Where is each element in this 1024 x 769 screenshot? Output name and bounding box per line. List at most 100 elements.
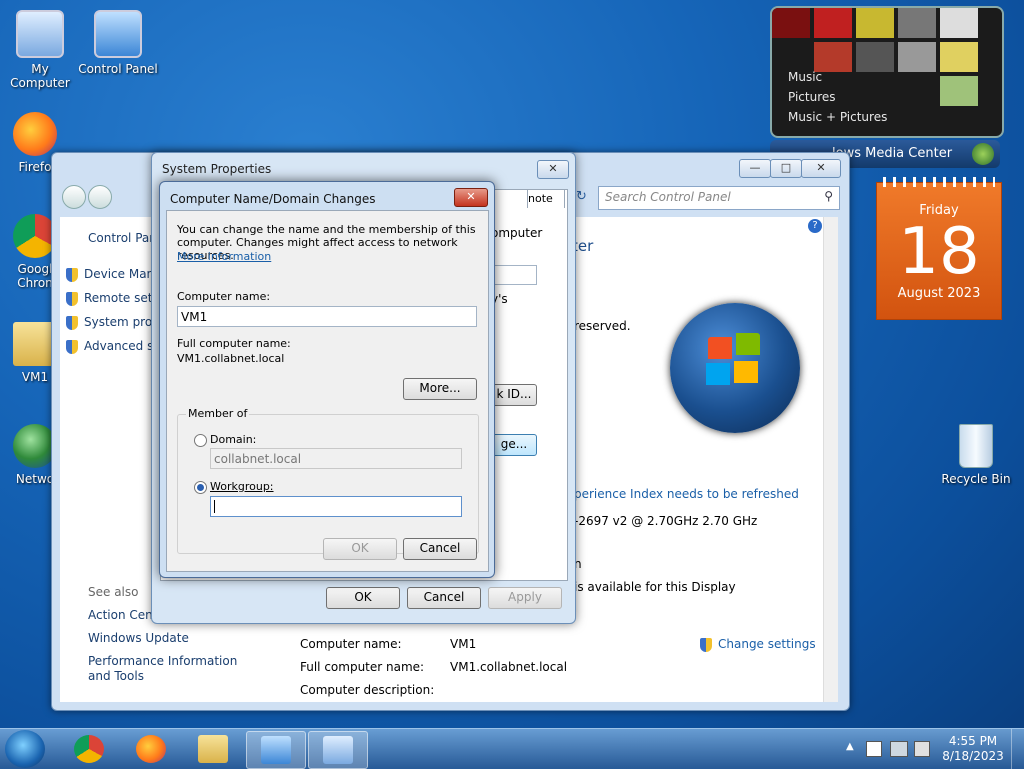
volume-muted-icon[interactable] (914, 741, 930, 757)
computer-name-dialog[interactable]: Computer Name/Domain Changes ✕ You can c… (159, 181, 495, 578)
full-name-value: VM1.collabnet.local (450, 660, 568, 674)
close-button[interactable]: ✕ (537, 160, 569, 179)
full-name-value: VM1.collabnet.local (177, 352, 285, 365)
network-id-button[interactable]: k ID... (491, 384, 537, 406)
workgroup-input[interactable] (210, 496, 462, 517)
workgroup-radio[interactable] (194, 481, 207, 494)
media-item-music-pictures[interactable]: Music + Pictures (788, 110, 887, 124)
back-icon[interactable] (62, 185, 86, 209)
control-panel-home-link[interactable]: Control Pan (88, 231, 157, 245)
calendar-month-year: August 2023 (897, 286, 981, 301)
media-tile (814, 42, 852, 72)
calendar-day: 18 (898, 215, 980, 289)
windows-logo (670, 303, 800, 433)
help-icon[interactable]: ? (808, 219, 822, 233)
action-center-flag-icon[interactable] (866, 741, 882, 757)
firefox-icon (136, 735, 166, 763)
vertical-scrollbar[interactable] (823, 217, 838, 702)
text-cursor (214, 500, 215, 513)
clock[interactable]: 4:55 PM 8/18/2023 (936, 734, 1010, 764)
show-hidden-icons[interactable]: ▲ (846, 741, 854, 752)
taskbar-control-panel[interactable] (246, 731, 306, 769)
back-forward-buttons[interactable] (62, 185, 114, 209)
desktop-icon-label: Firefo (18, 160, 52, 174)
folder-icon (198, 735, 228, 763)
desktop-icon-label: Netwo (15, 472, 55, 486)
more-information-link[interactable]: More information (177, 250, 271, 263)
ok-button[interactable]: OK (326, 587, 400, 609)
control-panel-icon (261, 736, 291, 764)
computer-name-input[interactable]: VM1 (177, 306, 477, 327)
see-also-windows-update[interactable]: Windows Update (88, 631, 189, 645)
domain-label: Domain: (210, 433, 257, 446)
button-label: OK (354, 590, 372, 604)
task-label: System prot (84, 315, 157, 329)
maximize-button[interactable]: □ (770, 159, 802, 178)
button-label: Cancel (419, 541, 461, 555)
button-label: Cancel (423, 590, 465, 604)
media-tile (856, 8, 894, 38)
domain-input[interactable]: collabnet.local (210, 448, 462, 469)
button-label: ge... (500, 437, 528, 451)
change-settings-link[interactable]: Change settings (700, 637, 816, 652)
taskbar-explorer[interactable] (184, 731, 242, 767)
dialog-cancel-button[interactable]: Cancel (403, 538, 477, 560)
desktop-icon-label: VM1 (21, 370, 49, 384)
show-desktop-button[interactable] (1011, 729, 1024, 769)
task-advanced-settings[interactable]: Advanced sy (66, 339, 160, 354)
search-control-panel-input[interactable]: Search Control Panel ⚲ (598, 186, 840, 210)
desktop-icon-label: Recycle Bin (941, 472, 1011, 486)
media-tile (772, 8, 810, 38)
task-remote-settings[interactable]: Remote sett (66, 291, 157, 306)
refresh-icon[interactable]: ↻ (576, 189, 587, 204)
button-label: More... (419, 381, 461, 395)
media-tile (898, 8, 936, 38)
dialog-close-button[interactable]: ✕ (454, 188, 488, 207)
see-also-heading: See also (88, 585, 139, 599)
minimize-button[interactable]: — (739, 159, 771, 178)
close-button[interactable]: ✕ (801, 159, 841, 178)
wei-refresh-link[interactable]: perience Index needs to be refreshed (574, 487, 799, 501)
computer-name-value: VM1 (450, 637, 477, 651)
tab-remote[interactable]: note (527, 189, 565, 208)
calendar-gadget[interactable]: Friday 18 August 2023 (876, 177, 1002, 320)
media-tile (940, 76, 978, 106)
desktop-icon-recycle-bin[interactable]: Recycle Bin (936, 424, 1016, 486)
copyright-text: reserved. (574, 319, 631, 333)
desktop-icon-control-panel[interactable]: Control Panel (78, 10, 158, 76)
more-button[interactable]: More... (403, 378, 477, 400)
media-tile (940, 42, 978, 72)
clock-time: 4:55 PM (948, 734, 998, 748)
task-device-manager[interactable]: Device Man (66, 267, 154, 282)
see-also-action-center[interactable]: Action Cent (88, 608, 157, 622)
dialog-ok-button[interactable]: OK (323, 538, 397, 560)
apply-button[interactable]: Apply (488, 587, 562, 609)
computer-icon (16, 10, 64, 58)
change-settings-label: Change settings (718, 637, 816, 651)
media-item-pictures[interactable]: Pictures (788, 90, 836, 104)
clock-date: 8/18/2023 (942, 749, 1004, 763)
search-icon[interactable]: ⚲ (824, 189, 833, 203)
cancel-button[interactable]: Cancel (407, 587, 481, 609)
system-properties-title: System Properties (162, 162, 272, 176)
forward-icon[interactable] (88, 185, 112, 209)
change-button[interactable]: ge... (491, 434, 537, 456)
media-center-gadget[interactable]: Music Pictures Music + Pictures (770, 6, 1004, 138)
taskbar-firefox[interactable] (122, 731, 180, 767)
full-name-label: Full computer name: (177, 337, 291, 350)
shield-icon (700, 637, 712, 652)
taskbar-chrome[interactable] (60, 731, 118, 767)
logo-yellow (734, 361, 758, 383)
computer-name-label: Computer name: (300, 637, 402, 651)
shield-icon (66, 315, 78, 330)
see-also-performance[interactable]: Performance Information and Tools (88, 654, 258, 684)
media-item-music[interactable]: Music (788, 70, 822, 84)
start-button[interactable] (5, 730, 45, 768)
media-center-logo-icon (972, 143, 994, 165)
desktop-icon-my-computer[interactable]: My Computer (0, 10, 80, 90)
task-system-protection[interactable]: System prot (66, 315, 157, 330)
network-icon[interactable] (890, 741, 908, 757)
taskbar-system[interactable] (308, 731, 368, 769)
domain-radio[interactable] (194, 434, 207, 447)
control-panel-icon (94, 10, 142, 58)
